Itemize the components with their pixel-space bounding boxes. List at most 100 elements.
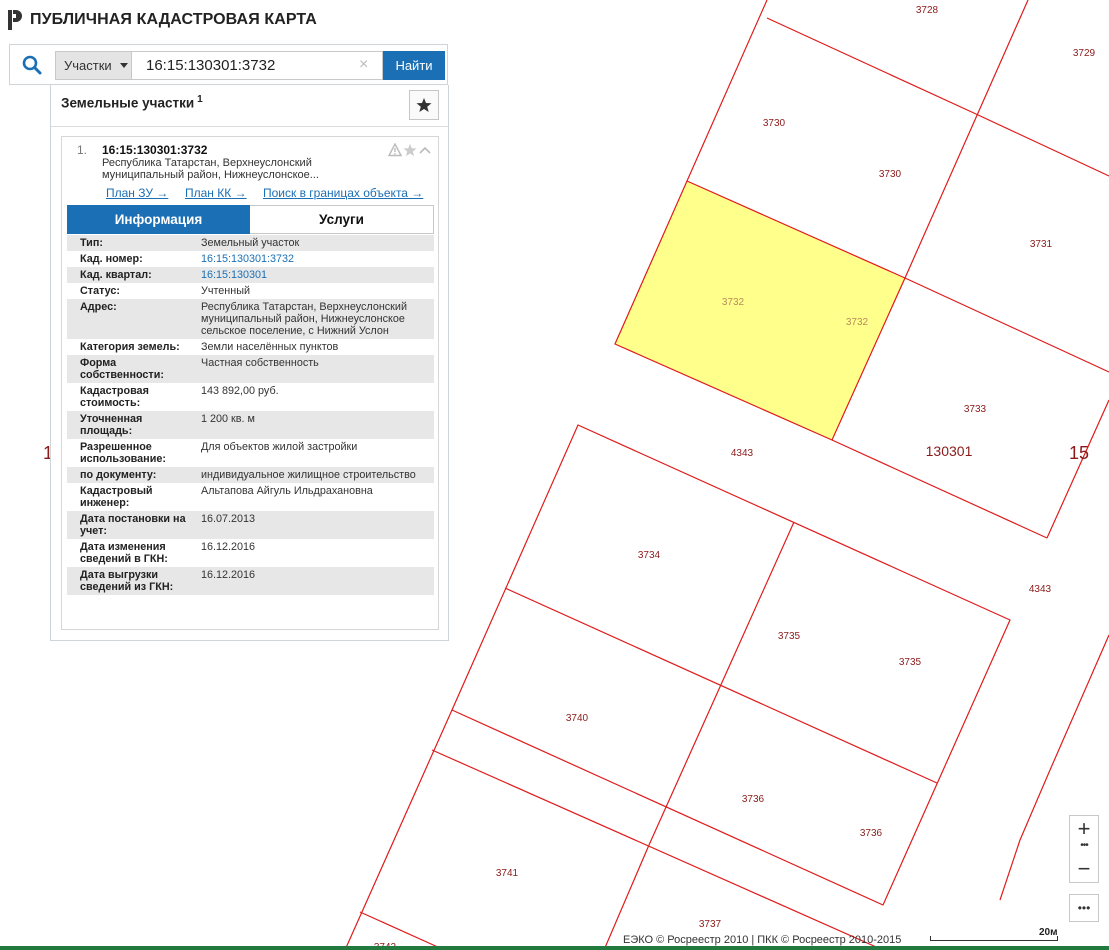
table-row: Категория земель: Земли населённых пункто… [67, 339, 434, 355]
table-row: Кад. номер: 16:15:130301:3732 [67, 251, 434, 267]
row-key: Кад. номер: [80, 253, 143, 265]
results-count: 1 [197, 94, 203, 105]
row-value: Земельный участок [201, 237, 300, 249]
parcel-label: 3736 [742, 794, 765, 805]
row-key: Форма собственности: [80, 357, 164, 381]
object-type-select[interactable]: Участки [55, 51, 132, 80]
row-key: Дата выгрузки сведений из ГКН: [80, 569, 174, 593]
find-button[interactable]: Найти [383, 51, 445, 80]
parcel-label: 3733 [964, 404, 987, 415]
parcel-boundary [1019, 769, 1051, 841]
chevron-up-icon[interactable] [418, 143, 432, 157]
row-value: 16.12.2016 [201, 541, 256, 553]
parcel-label: 3735 [899, 657, 922, 668]
parcel-label: 3731 [1030, 239, 1053, 250]
plan-zu-link[interactable]: План ЗУ → [106, 186, 168, 200]
table-row: Тип: Земельный участок [67, 235, 434, 251]
parcel-boundary [648, 521, 795, 846]
parcel-boundary [431, 749, 884, 950]
parcel-label: 3736 [860, 828, 883, 839]
results-title-label: Земельные участки [61, 95, 195, 111]
row-key: Тип: [80, 237, 103, 249]
quarter-label: 130301 [926, 443, 973, 459]
parcel-label: 3732 [846, 317, 869, 328]
plan-kk-link[interactable]: План КК → [185, 186, 247, 200]
parcel-boundary [904, 277, 1109, 373]
warning-icon[interactable] [388, 143, 402, 157]
zoom-in-button[interactable]: + [1070, 816, 1098, 842]
row-value: Частная собственность [201, 357, 319, 369]
table-row: Дата выгрузки сведений из ГКН: 16.12.2016 [67, 567, 434, 595]
results-box: Земельные участки 1 1. 16:15:130301:3732 … [50, 85, 449, 641]
selected-parcel[interactable] [614, 180, 906, 441]
parcel-boundary [686, 0, 768, 182]
table-row: Адрес: Республика Татарстан, Верхнеуслонс… [67, 299, 434, 339]
tab-services[interactable]: Услуги [250, 205, 434, 234]
row-value: 16:15:130301 [191, 267, 434, 283]
search-panel: Участки × Найти Земельные участки1 1. 16… [9, 44, 449, 641]
district-label: 15 [1069, 443, 1089, 463]
row-key: Статус: [80, 285, 120, 297]
row-value: индивидуальное жилищное строительство [201, 469, 416, 481]
results-title: Земельные участки 1 [61, 94, 203, 111]
table-row: Дата постановки на учет: 16.07.2013 [67, 511, 434, 539]
parcel-boundary [1049, 634, 1109, 771]
row-key: Категория земель: [80, 341, 180, 353]
zoom-out-button[interactable]: − [1070, 856, 1098, 882]
parcel-boundary [451, 424, 1011, 906]
result-cad-number[interactable]: 16:15:130301:3732 [102, 143, 207, 157]
scale-label: 20м [1039, 927, 1058, 938]
row-value: 143 892,00 руб. [201, 385, 279, 397]
parcel-boundary [359, 911, 441, 949]
parcel-boundary [999, 839, 1021, 901]
row-value: 16.12.2016 [201, 569, 256, 581]
app-header: ПУБЛИЧНАЯ КАДАСТРОВАЯ КАРТА [8, 8, 317, 32]
parcel-label: 3734 [638, 550, 661, 561]
table-row: Уточненная площадь: 1 200 кв. м [67, 411, 434, 439]
result-card: 1. 16:15:130301:3732 Республика Татарста… [61, 136, 439, 630]
row-key: Кадастровый инженер: [80, 485, 153, 509]
parcel-label: 3735 [778, 631, 801, 642]
row-key: Адрес: [80, 301, 117, 313]
zoom-control: + ••• − [1069, 815, 1099, 883]
search-bar: Участки × Найти [9, 44, 448, 85]
search-in-borders-link[interactable]: Поиск в границах объекта → [263, 186, 423, 200]
tab-info[interactable]: Информация [67, 205, 250, 234]
logo-icon [8, 10, 22, 30]
table-row: Дата изменения сведений в ГКН: 16.12.2016 [67, 539, 434, 567]
row-key: Кадастровая стоимость: [80, 385, 149, 409]
info-table: Тип: Земельный участок Кад. номер: 16:15:1… [67, 235, 434, 595]
search-input[interactable] [132, 51, 383, 80]
row-value: Учтенный [201, 285, 251, 297]
parcel-label: 3732 [722, 297, 745, 308]
table-row: Форма собственности: Частная собственност… [67, 355, 434, 383]
row-value: Республика Татарстан, Верхнеуслонский му… [201, 301, 407, 337]
table-row: Статус: Учтенный [67, 283, 434, 299]
parcel-boundary [975, 113, 1109, 177]
cad-number-link[interactable]: 16:15:130301:3732 [201, 253, 294, 265]
row-value: 16.07.2013 [201, 513, 256, 525]
star-icon[interactable] [403, 143, 417, 157]
app-title: ПУБЛИЧНАЯ КАДАСТРОВАЯ КАРТА [30, 11, 317, 28]
parcel-label: 3730 [763, 118, 786, 129]
parcel-boundary [344, 709, 453, 950]
chevron-down-icon [119, 63, 128, 68]
star-icon [416, 98, 432, 112]
table-row: Кадастровый инженер: Альтапова Айгуль Иль… [67, 483, 434, 511]
more-button[interactable]: ••• [1069, 894, 1099, 922]
row-key: Дата постановки на учет: [80, 513, 186, 537]
parcel-label: 3737 [699, 919, 722, 930]
row-key: по документу: [80, 469, 157, 481]
clear-icon[interactable]: × [359, 56, 368, 74]
search-icon[interactable] [21, 54, 43, 76]
divider [51, 126, 448, 127]
favorites-button[interactable] [409, 90, 439, 120]
result-address: Республика Татарстан, Верхнеуслонский му… [102, 157, 319, 181]
parcel-boundary [904, 0, 1029, 279]
table-row: Кадастровая стоимость: 143 892,00 руб. [67, 383, 434, 411]
parcel-label: 3728 [916, 5, 939, 16]
row-value: Земли населённых пунктов [201, 341, 339, 353]
object-type-label: Участки [64, 58, 112, 73]
result-index: 1. [77, 143, 88, 157]
cad-quarter-link[interactable]: 16:15:130301 [201, 269, 267, 281]
